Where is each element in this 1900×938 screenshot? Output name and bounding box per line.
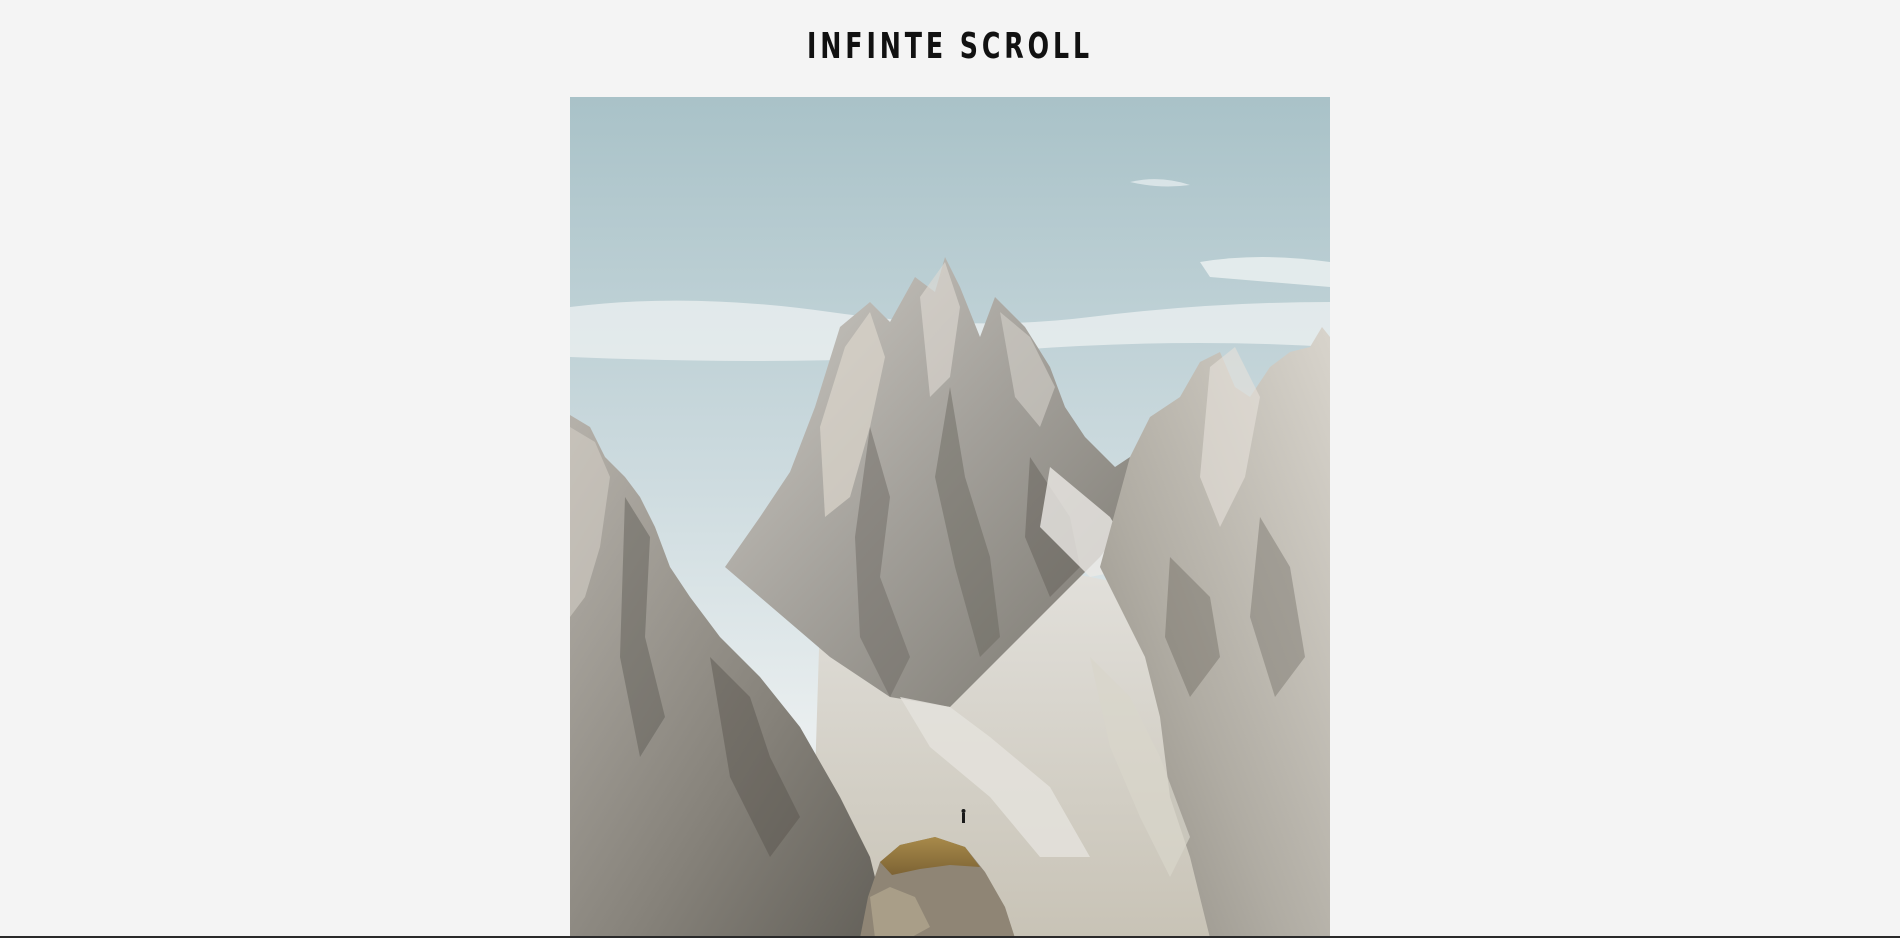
page-title: INFINTE SCROLL: [806, 26, 1094, 67]
page: INFINTE SCROLL: [0, 0, 1900, 938]
image-feed[interactable]: [570, 97, 1330, 938]
mountain-photo: [570, 97, 1330, 938]
